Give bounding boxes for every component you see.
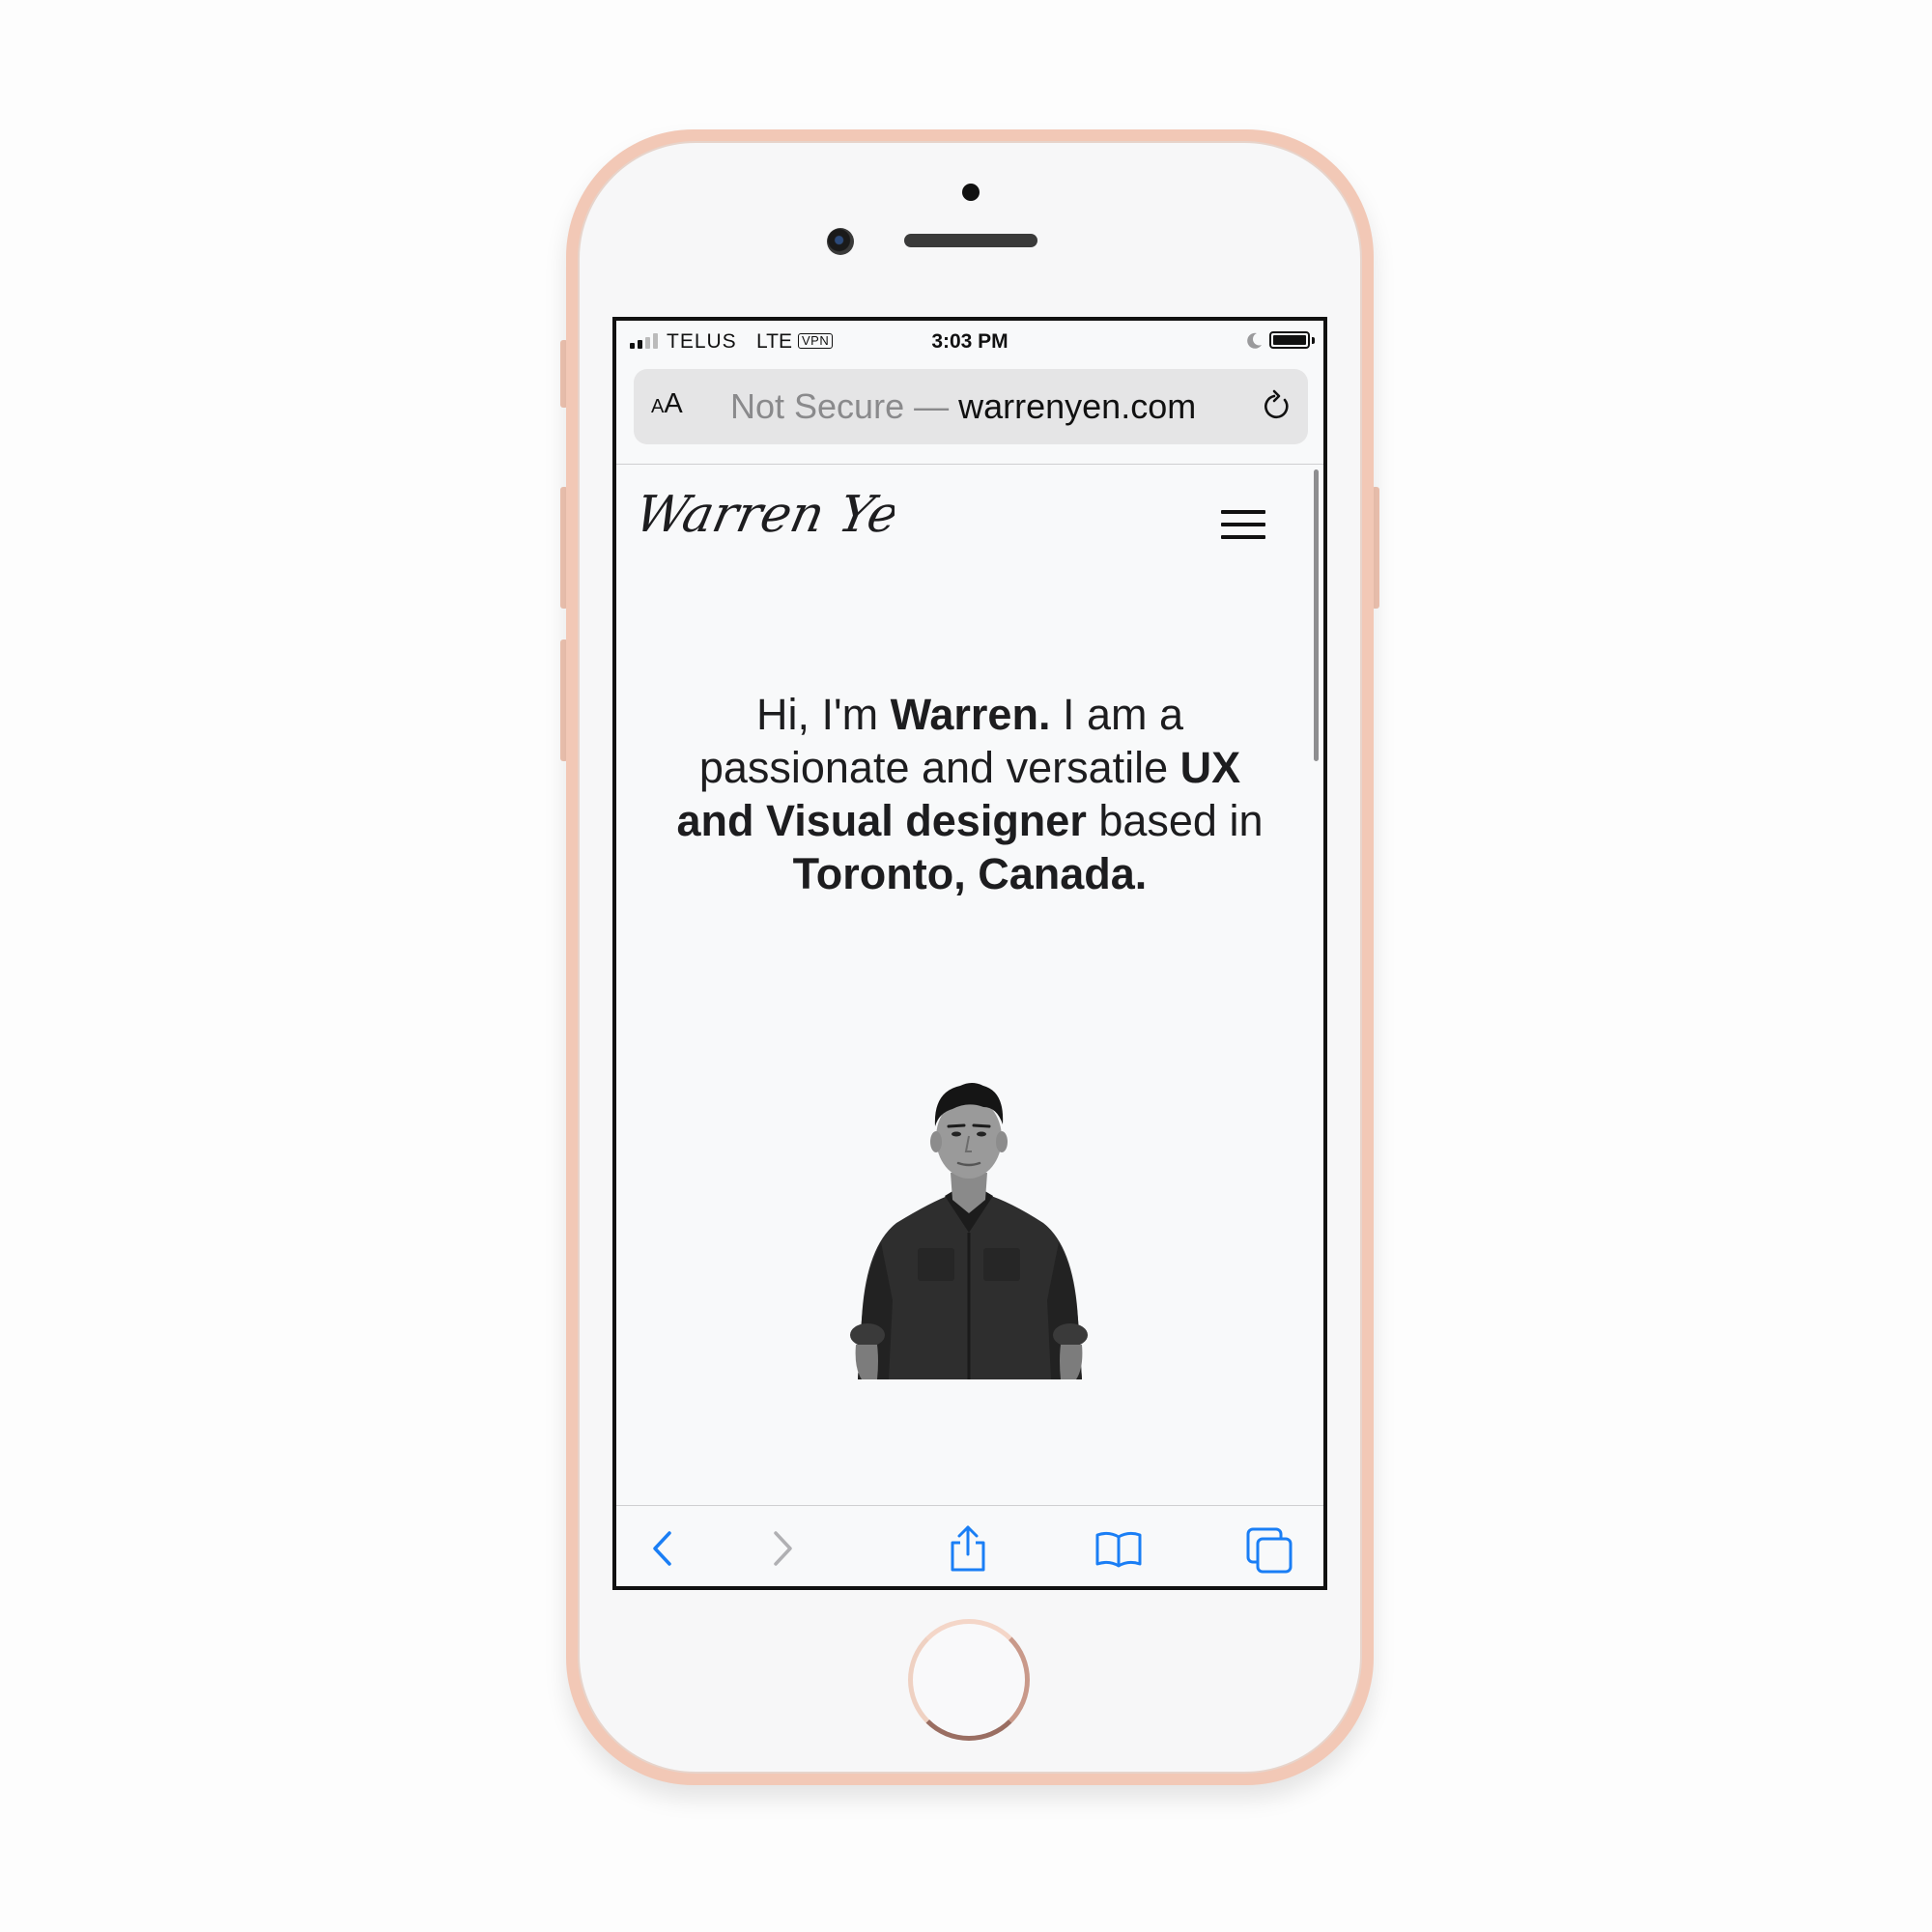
security-label: Not Secure — <box>730 386 950 426</box>
url-domain: warrenyen.com <box>958 386 1197 426</box>
browser-toolbar <box>616 1505 1323 1586</box>
tabs-icon[interactable] <box>1242 1521 1296 1576</box>
moon-icon <box>1247 332 1262 349</box>
site-logo[interactable]: Warren Yen <box>641 481 895 558</box>
hero-location: Toronto, Canada. <box>792 849 1148 898</box>
address-bar-divider <box>616 464 1323 465</box>
status-bar: TELUS LTE VPN 3:03 PM <box>616 321 1323 363</box>
page-scrollbar[interactable] <box>1314 469 1319 761</box>
hero-text-3: based in <box>1086 796 1264 845</box>
clock: 3:03 PM <box>931 330 1009 353</box>
book-icon[interactable] <box>1092 1521 1146 1576</box>
text-size-button[interactable]: AA <box>651 388 683 420</box>
address-bar[interactable]: AA Not Secure — warrenyen.com <box>634 369 1308 444</box>
proximity-sensor <box>962 184 980 201</box>
hamburger-menu-icon[interactable] <box>1221 510 1265 541</box>
share-icon[interactable] <box>941 1521 995 1576</box>
portrait-photo <box>850 1083 1088 1379</box>
chevron-left-icon[interactable] <box>638 1521 692 1576</box>
hero-intro-text: Hi, I'm Warren. I am a passionate and ve… <box>674 688 1265 900</box>
front-camera <box>827 228 854 255</box>
battery-tip <box>1312 337 1315 344</box>
phone-screen: TELUS LTE VPN 3:03 PM AA Not Secure — wa… <box>612 317 1327 1590</box>
logo-text: Warren Yen <box>641 486 895 544</box>
device-mockup: TELUS LTE VPN 3:03 PM AA Not Secure — wa… <box>0 0 1932 1932</box>
url-display[interactable]: Not Secure — warrenyen.com <box>730 386 1196 427</box>
battery-icon <box>1269 331 1310 349</box>
home-button[interactable] <box>908 1619 1030 1741</box>
web-page: Warren Yen Hi, I'm Warren. I am a passio… <box>616 466 1323 1505</box>
hero-text-1: Hi, I'm <box>755 690 891 739</box>
reload-icon[interactable] <box>1258 388 1294 425</box>
earpiece-speaker <box>904 234 1037 247</box>
hero-name: Warren. <box>890 690 1051 739</box>
chevron-right-icon[interactable] <box>753 1521 808 1576</box>
